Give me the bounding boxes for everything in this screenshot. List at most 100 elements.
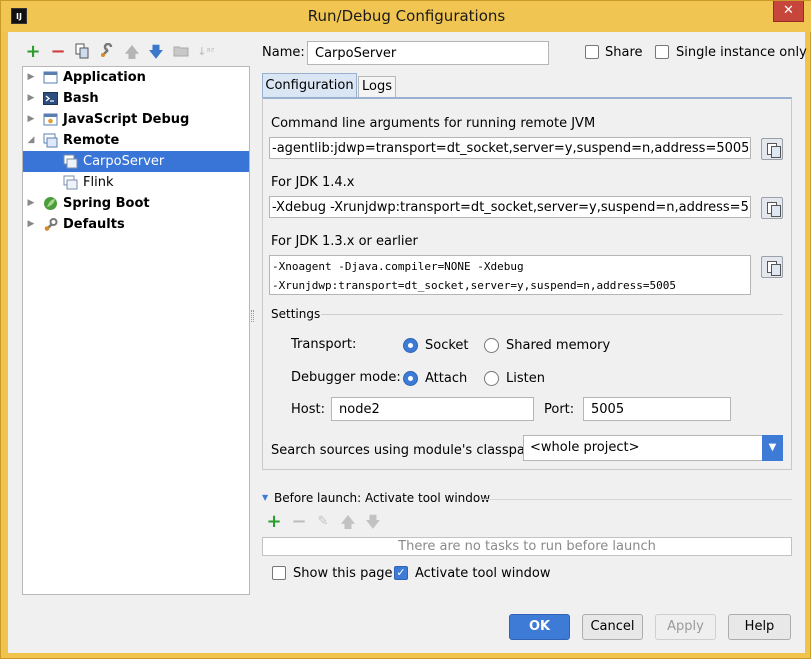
share-checkbox[interactable] <box>585 45 599 59</box>
application-icon <box>43 70 58 85</box>
tree-item-remote[interactable]: ◢ Remote <box>23 130 249 151</box>
tree-item-application[interactable]: ▶ Application <box>23 67 249 88</box>
jdk13-line-2: -Xrunjdwp:transport=dt_socket,server=y,s… <box>272 279 676 292</box>
wrench-icon[interactable] <box>98 42 116 61</box>
name-label: Name: <box>262 45 305 60</box>
bash-icon <box>43 91 58 106</box>
dialog-window: IJ Run/Debug Configurations ✕ + − 🡅 🡇 ↓ᵃ… <box>0 0 811 659</box>
remote-config-icon <box>63 175 78 190</box>
splitter-handle[interactable] <box>251 310 254 322</box>
close-window-button[interactable]: ✕ <box>773 1 804 22</box>
jdk13-label: For JDK 1.3.x or earlier <box>271 234 418 249</box>
tab-logs[interactable]: Logs <box>358 76 396 97</box>
activate-tool-window-checkbox[interactable]: ✓ <box>394 566 408 580</box>
apply-button[interactable]: Apply <box>655 614 716 640</box>
config-toolbar: + − 🡅 🡇 ↓ᵃᶻ <box>22 32 250 66</box>
folder-icon[interactable] <box>172 43 190 61</box>
add-icon[interactable]: + <box>24 43 42 61</box>
move-task-down-icon[interactable]: 🡇 <box>364 513 382 531</box>
classpath-select-value: <whole project> <box>530 440 640 455</box>
single-instance-checkbox[interactable] <box>655 45 669 59</box>
edit-task-icon[interactable]: ✎ <box>314 513 332 531</box>
tab-logs-label: Logs <box>362 79 392 94</box>
tree-item-label: Spring Boot <box>63 196 150 211</box>
expanded-arrow-icon[interactable]: ◢ <box>25 130 37 151</box>
window-title: Run/Debug Configurations <box>307 7 506 25</box>
move-task-up-icon[interactable]: 🡅 <box>339 513 357 531</box>
title-bar[interactable]: IJ Run/Debug Configurations ✕ <box>1 1 811 32</box>
name-input[interactable] <box>307 41 549 65</box>
tree-item-label: Bash <box>63 91 99 106</box>
before-launch-task-list[interactable]: There are no tasks to run before launch <box>262 537 792 556</box>
defaults-icon <box>43 217 58 232</box>
dialog-body: + − 🡅 🡇 ↓ᵃᶻ ▶ Application ▶ Bash ▶ JavaScript… <box>8 32 807 653</box>
host-input[interactable] <box>331 397 534 421</box>
tab-configuration-label: Configuration <box>265 78 354 93</box>
tree-item-label: CarpoServer <box>83 154 165 169</box>
collapsed-arrow-icon[interactable]: ▶ <box>25 193 37 214</box>
classpath-label: Search sources using module's classpath: <box>271 443 543 458</box>
remove-icon[interactable]: − <box>49 43 67 61</box>
copy-icon[interactable] <box>73 43 91 61</box>
collapsed-arrow-icon[interactable]: ▶ <box>25 214 37 235</box>
show-this-page-checkbox[interactable] <box>272 566 286 580</box>
tree-item-spring-boot[interactable]: ▶ Spring Boot <box>23 193 249 214</box>
transport-label: Transport: <box>291 337 357 352</box>
spring-boot-icon <box>43 196 58 211</box>
configuration-panel: Command line arguments for running remot… <box>262 97 792 470</box>
port-input[interactable] <box>583 397 731 421</box>
chevron-down-icon[interactable]: ▼ <box>762 435 783 461</box>
settings-divider <box>321 314 783 315</box>
collapse-triangle-icon[interactable]: ▼ <box>262 493 268 502</box>
jdk13-field[interactable]: -Xnoagent -Djava.compiler=NONE -Xdebug -… <box>269 255 751 295</box>
tree-item-label: Flink <box>83 175 114 190</box>
before-launch-divider <box>480 499 792 500</box>
activate-tool-window-label: Activate tool window <box>415 566 551 581</box>
transport-shared-memory-radio[interactable] <box>484 338 499 353</box>
tree-item-bash[interactable]: ▶ Bash <box>23 88 249 109</box>
tree-item-label: Remote <box>63 133 120 148</box>
port-label: Port: <box>544 402 575 417</box>
jdk14-label: For JDK 1.4.x <box>271 175 355 190</box>
cmd-args-label: Command line arguments for running remot… <box>271 116 596 131</box>
host-label: Host: <box>291 402 325 417</box>
transport-socket-radio[interactable] <box>403 338 418 353</box>
classpath-select[interactable]: <whole project> ▼ <box>523 435 783 461</box>
configuration-tree[interactable]: ▶ Application ▶ Bash ▶ JavaScript Debug ◢ Remot… <box>22 66 250 595</box>
debugger-attach-radio[interactable] <box>403 371 418 386</box>
tab-configuration[interactable]: Configuration <box>262 73 357 97</box>
collapsed-arrow-icon[interactable]: ▶ <box>25 67 37 88</box>
sort-icon[interactable]: ↓ᵃᶻ <box>197 43 215 61</box>
move-up-icon[interactable]: 🡅 <box>123 43 141 61</box>
transport-shared-memory-label: Shared memory <box>506 338 611 353</box>
jdk14-field[interactable] <box>269 196 751 218</box>
tree-item-carposerver[interactable]: CarpoServer <box>23 151 249 172</box>
ok-button[interactable]: OK <box>509 614 570 640</box>
collapsed-arrow-icon[interactable]: ▶ <box>25 88 37 109</box>
debugger-listen-label: Listen <box>506 371 545 386</box>
debugger-listen-radio[interactable] <box>484 371 499 386</box>
tree-item-label: Application <box>63 70 146 85</box>
cancel-button[interactable]: Cancel <box>582 614 643 640</box>
copy-jdk13-button[interactable] <box>761 256 783 278</box>
tree-item-defaults[interactable]: ▶ Defaults <box>23 214 249 235</box>
remote-icon <box>43 133 58 148</box>
jdk13-line-1: -Xnoagent -Djava.compiler=NONE -Xdebug <box>272 260 524 273</box>
copy-cmd-args-button[interactable] <box>761 138 783 160</box>
single-instance-label: Single instance only <box>676 45 807 60</box>
collapsed-arrow-icon[interactable]: ▶ <box>25 109 37 130</box>
transport-socket-label: Socket <box>425 338 469 353</box>
before-launch-header[interactable]: Before launch: Activate tool window <box>274 491 490 505</box>
tree-item-flink[interactable]: Flink <box>23 172 249 193</box>
debugger-attach-label: Attach <box>425 371 468 386</box>
remove-task-icon[interactable]: − <box>290 513 308 531</box>
copy-jdk14-button[interactable] <box>761 197 783 219</box>
cmd-args-field[interactable] <box>269 137 751 159</box>
tree-item-javascript-debug[interactable]: ▶ JavaScript Debug <box>23 109 249 130</box>
help-button[interactable]: Help <box>728 614 791 640</box>
share-label: Share <box>605 45 643 60</box>
remote-config-icon <box>63 154 78 169</box>
move-down-icon[interactable]: 🡇 <box>147 43 165 61</box>
add-task-icon[interactable]: + <box>265 513 283 531</box>
javascript-debug-icon <box>43 112 58 127</box>
